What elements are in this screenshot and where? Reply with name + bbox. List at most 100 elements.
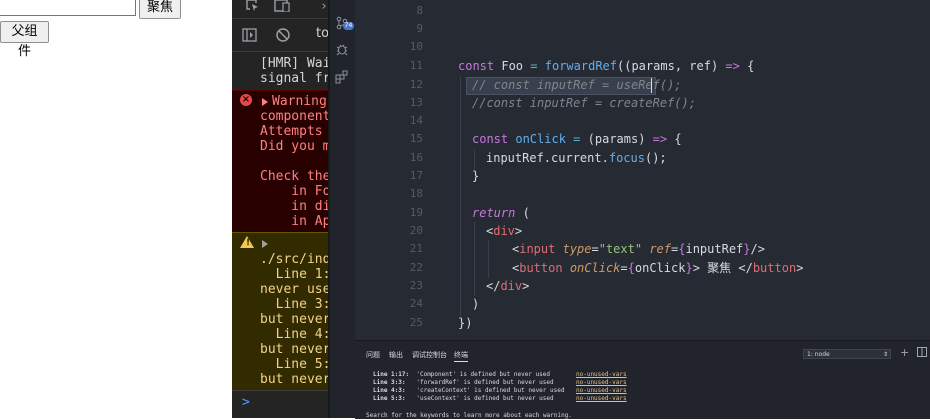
text-cursor: [651, 78, 652, 93]
code-line: //const inputRef = createRef();: [472, 96, 696, 110]
console-warning-message[interactable]: ./src/ind Line 1: never use Line 3: but …: [232, 232, 330, 391]
terminal-rule-link[interactable]: no-unused-vars: [576, 371, 627, 379]
code-line: return (: [472, 206, 530, 220]
console-line: Did you m: [260, 139, 330, 154]
console-line: Line 4:: [260, 327, 330, 342]
line-number: 9: [416, 22, 423, 35]
console-line: Warning: [272, 94, 327, 109]
console-line: but never: [260, 342, 330, 357]
console-line: component: [260, 109, 330, 124]
line-number: 12: [409, 78, 423, 91]
line-number: 10: [409, 40, 423, 53]
console-line: but never: [260, 372, 330, 387]
code-editor-window: 74 8 9 10 11 12 13 14 15 16 17 18 19 20 …: [330, 0, 930, 419]
sidebar-toggle-icon[interactable]: [242, 28, 257, 46]
error-icon: ×: [240, 94, 252, 106]
console-line: in Fo: [260, 184, 330, 199]
tab-debug-console[interactable]: 调试控制台: [412, 350, 447, 360]
line-number: 8: [416, 4, 423, 17]
terminal-select[interactable]: 1: node ⇕: [803, 349, 891, 359]
line-number: 24: [409, 297, 423, 310]
clear-console-icon[interactable]: [276, 28, 290, 46]
console-line: never use: [260, 282, 330, 297]
code-line: const Foo = forwardRef((params, ref) => …: [458, 59, 755, 73]
code-editor[interactable]: 8 9 10 11 12 13 14 15 16 17 18 19 20 21 …: [380, 0, 930, 340]
warning-icon-mark: !: [246, 238, 251, 248]
tab-output[interactable]: 输出: [389, 350, 403, 360]
terminal-line: Line 1:17: 'Component' is defined but ne…: [373, 371, 551, 378]
code-line: const onClick = (params) => {: [472, 132, 682, 146]
inspect-icon[interactable]: [246, 0, 260, 16]
parent-component-button[interactable]: 父组件: [0, 21, 49, 59]
code-line: inputRef.current.focus();: [486, 151, 667, 165]
terminal-footer: Search for the keywords to learn more ab…: [366, 412, 572, 419]
source-control-badge: 74: [343, 22, 354, 30]
plus-icon[interactable]: +: [900, 347, 909, 359]
terminal-rule-link[interactable]: no-unused-vars: [576, 379, 627, 387]
code-line: <input type="text" ref={inputRef}/>: [512, 242, 765, 256]
expand-triangle-icon[interactable]: [262, 98, 268, 106]
line-number: 11: [409, 59, 423, 72]
terminal-rule-link[interactable]: no-unused-vars: [576, 395, 627, 403]
code-line: <div>: [486, 224, 523, 238]
split-icon[interactable]: [917, 347, 927, 360]
line-number: 18: [409, 187, 423, 200]
code-line: }: [472, 169, 480, 183]
code-line: ): [472, 297, 480, 311]
code-line: </div>: [486, 279, 530, 293]
indent-guide: [460, 76, 461, 316]
terminal-line: Line 3:3: 'forwardRef' is defined but ne…: [373, 379, 554, 386]
devtools-tab-bar: ›: [232, 0, 330, 19]
terminal-line: Line 4:3: 'createContext' is defined but…: [373, 387, 565, 394]
console-log-message: [HMR] Wai signal fr: [232, 52, 330, 90]
console-line: but never: [260, 312, 330, 327]
console-line: in Ap: [260, 214, 330, 229]
terminal-select-value: 1: node: [807, 351, 830, 358]
console-line: Line 3:: [260, 297, 330, 312]
focus-button[interactable]: 聚焦: [139, 0, 181, 19]
debug-icon[interactable]: [335, 42, 349, 56]
line-number: 17: [409, 169, 423, 182]
indent-guide: [488, 240, 489, 278]
line-number: 22: [409, 261, 423, 274]
terminal-line: Line 5:3: 'useContext' is defined but ne…: [373, 395, 554, 402]
code-line: <button onClick={onClick}> 聚焦 </button>: [512, 261, 804, 275]
terminal-rule-link[interactable]: no-unused-vars: [576, 387, 627, 395]
line-number: 21: [409, 242, 423, 255]
extensions-icon[interactable]: [335, 70, 349, 84]
expand-triangle-icon[interactable]: [262, 240, 268, 248]
text-input[interactable]: [0, 0, 136, 16]
devtools-console: › to [HMR] Wai signal fr Warning compone…: [232, 0, 330, 418]
console-prompt[interactable]: >: [232, 390, 330, 418]
console-line: [HMR] Wai: [260, 56, 330, 71]
activity-bar: 74: [330, 0, 355, 418]
line-number: 16: [409, 151, 423, 164]
console-toolbar: to: [232, 19, 330, 52]
tab-problems[interactable]: 问题: [366, 350, 380, 360]
line-number: 19: [409, 206, 423, 219]
line-number: 23: [409, 279, 423, 292]
console-line: signal fr: [260, 71, 330, 86]
console-line: Check the: [260, 169, 330, 184]
line-number: 13: [409, 96, 423, 109]
line-number: 25: [409, 316, 423, 329]
console-line: Line 5:: [260, 357, 330, 372]
console-line: Line 1:: [260, 267, 330, 282]
console-line: ./src/ind: [260, 252, 330, 267]
console-line: in di: [260, 199, 330, 214]
rendered-page: 聚焦 父组件: [0, 0, 232, 418]
code-line: }): [458, 316, 473, 330]
line-number: 14: [409, 114, 423, 127]
chevron-down-icon: ⇕: [882, 351, 888, 358]
more-tabs-icon[interactable]: ›: [320, 0, 328, 14]
tab-terminal[interactable]: 终端: [454, 350, 468, 362]
terminal-panel: 问题 输出 调试控制台 终端 1: node ⇕ + Line 1:17: 'Co…: [355, 340, 930, 419]
prompt-symbol: >: [242, 395, 250, 410]
device-toolbar-icon[interactable]: [274, 0, 290, 16]
indent-guide: [474, 222, 475, 296]
line-number: 15: [409, 132, 423, 145]
line-number: 20: [409, 224, 423, 237]
console-error-message[interactable]: Warning component Attempts Did you m Che…: [232, 90, 330, 233]
sidebar-edge: [355, 0, 380, 340]
console-line: Attempts: [260, 124, 323, 139]
